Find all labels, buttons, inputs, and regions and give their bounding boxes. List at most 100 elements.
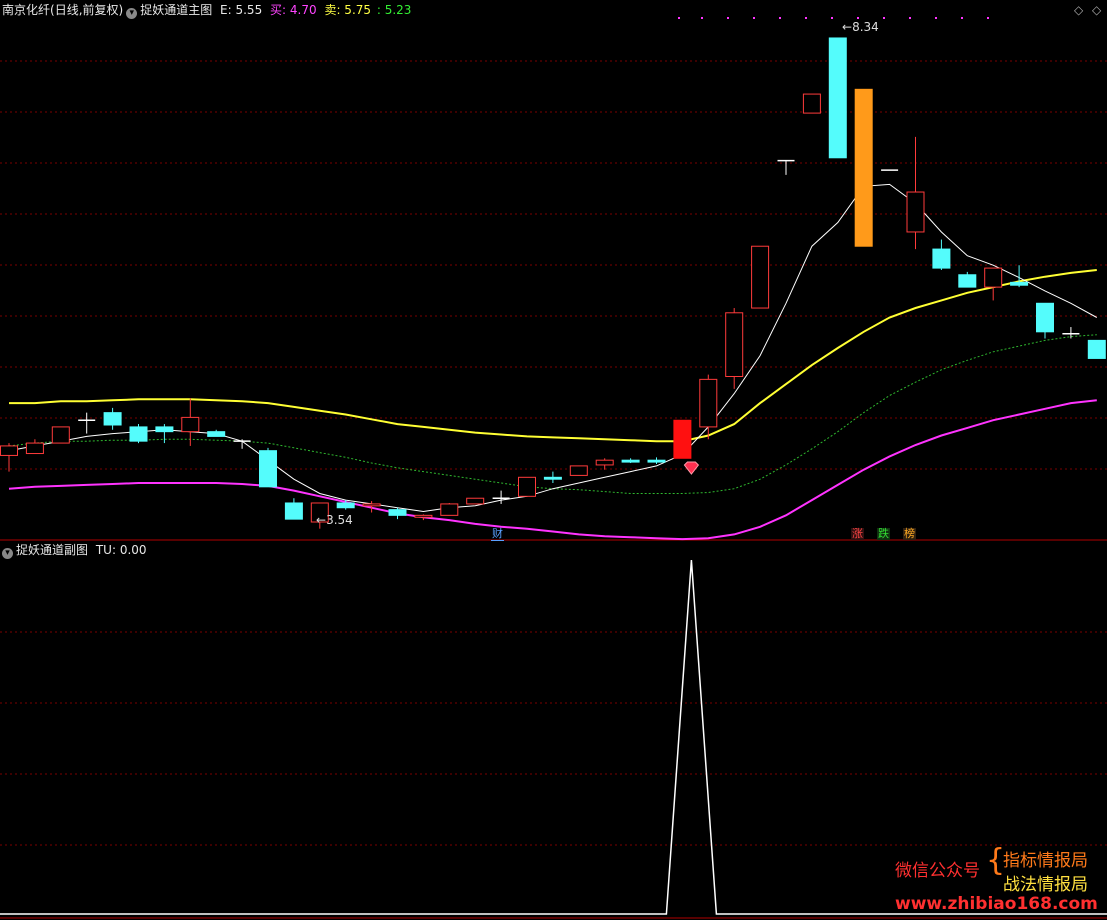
- low-price-value: 3.54: [326, 513, 353, 527]
- candle-body: [906, 191, 925, 233]
- sub-indicator-name: 捉妖通道副图: [16, 543, 89, 557]
- candle[interactable]: [233, 439, 251, 449]
- candle-body: [854, 88, 873, 247]
- candle-body: [802, 93, 821, 114]
- low-price-label: ←3.54: [316, 513, 353, 527]
- main-header: 南京化纤(日线,前复权) ▾ 捉妖通道主图 E: 5.55 买: 4.70 卖: 5…: [2, 3, 411, 19]
- candle-body: [284, 502, 303, 520]
- candle[interactable]: [932, 239, 951, 270]
- top-tick-mark: [753, 17, 755, 19]
- candle[interactable]: [181, 398, 200, 446]
- candle-body: [699, 378, 718, 428]
- candle[interactable]: [1036, 302, 1054, 339]
- ranking-badge[interactable]: 榜: [903, 528, 916, 540]
- chart-mode: (日线,前复权): [50, 3, 124, 17]
- candle-body: [543, 476, 562, 480]
- candle-body: [129, 426, 148, 442]
- top-tick-mark: [857, 17, 859, 19]
- candle[interactable]: [25, 439, 44, 455]
- upper-band-line: [9, 269, 1097, 443]
- candle[interactable]: [984, 267, 1003, 301]
- candle[interactable]: [828, 37, 847, 159]
- candle-body: [388, 509, 407, 516]
- candle[interactable]: [78, 412, 96, 434]
- candle[interactable]: [1062, 327, 1080, 339]
- candle[interactable]: [388, 507, 407, 520]
- candle[interactable]: [569, 465, 588, 476]
- candle[interactable]: [958, 271, 977, 288]
- top-tick-mark: [678, 17, 680, 19]
- candle[interactable]: [103, 407, 122, 430]
- limit-up-badge[interactable]: 涨: [851, 528, 864, 540]
- candle-body: [518, 476, 536, 497]
- candle[interactable]: [284, 498, 303, 520]
- candle-body: [984, 267, 1003, 288]
- e-value: E: 5.55: [220, 3, 263, 17]
- diamond-icon[interactable]: ◇: [1074, 3, 1083, 17]
- candle-body: [751, 245, 770, 309]
- candle[interactable]: [1087, 339, 1106, 359]
- candle-body: [647, 459, 666, 463]
- sub-header: ▾ 捉妖通道副图 TU: 0.00: [2, 543, 147, 559]
- candle-body: [1087, 339, 1106, 359]
- candle-body: [336, 502, 355, 509]
- candle-body: [958, 274, 977, 288]
- candle-body: [259, 450, 277, 488]
- candle-body: [155, 426, 174, 433]
- candle[interactable]: [51, 426, 70, 444]
- candle[interactable]: [466, 497, 485, 505]
- candle[interactable]: [751, 245, 770, 309]
- buy-value: 买: 4.70: [270, 3, 317, 17]
- candle[interactable]: [1010, 265, 1029, 288]
- lower-band-line: [8, 399, 1097, 541]
- candle[interactable]: [259, 447, 277, 488]
- candle[interactable]: [673, 419, 692, 459]
- candle-body: [1010, 281, 1029, 286]
- limit-down-badge[interactable]: 跌: [877, 528, 890, 540]
- candle[interactable]: [595, 458, 614, 470]
- candle-body: [466, 497, 485, 505]
- candle-body: [414, 514, 433, 518]
- diamond-icon[interactable]: ◇: [1092, 3, 1101, 17]
- finance-badge[interactable]: 财: [491, 528, 504, 541]
- tu-value: TU: 0.00: [95, 543, 147, 557]
- candle[interactable]: [207, 429, 226, 437]
- chevron-down-icon[interactable]: ▾: [126, 8, 138, 19]
- candle[interactable]: [440, 502, 459, 516]
- high-price-value: 8.34: [852, 20, 879, 34]
- candle-body: [595, 459, 614, 466]
- candle-body: [103, 412, 122, 426]
- main-indicator-name: 捉妖通道主图: [140, 3, 213, 17]
- top-tick-mark: [701, 17, 703, 19]
- sell-value: 卖: 5.75: [324, 3, 372, 17]
- candle-body: [621, 459, 640, 463]
- candle-body: [440, 503, 459, 516]
- extra-value: : 5.23: [376, 3, 412, 17]
- candle[interactable]: [414, 514, 433, 521]
- candle[interactable]: [906, 136, 925, 250]
- grid-lines: [0, 17, 1107, 919]
- candle[interactable]: [155, 424, 174, 444]
- candle[interactable]: [725, 308, 744, 389]
- top-tick-mark: [779, 17, 781, 19]
- chevron-down-icon[interactable]: ▾: [2, 548, 13, 559]
- candle[interactable]: [802, 93, 821, 114]
- candle-body: [51, 426, 70, 444]
- watermark-url: www.zhibiao168.com: [895, 894, 1098, 914]
- top-tick-mark: [883, 17, 885, 19]
- candle[interactable]: [854, 88, 873, 247]
- candle[interactable]: [543, 471, 562, 484]
- top-tick-mark: [909, 17, 911, 19]
- candle[interactable]: [699, 374, 718, 440]
- candle[interactable]: [0, 443, 18, 472]
- candle-body: [828, 37, 847, 159]
- candle[interactable]: [492, 490, 510, 504]
- candle[interactable]: [621, 458, 640, 464]
- diamond-icon: [683, 461, 700, 475]
- main-indicator-lines: [8, 183, 1098, 541]
- top-tick-mark: [831, 17, 833, 19]
- candle[interactable]: [518, 476, 536, 497]
- candle[interactable]: [129, 424, 148, 444]
- chart-markers: [683, 461, 700, 475]
- top-tick-mark: [935, 17, 937, 19]
